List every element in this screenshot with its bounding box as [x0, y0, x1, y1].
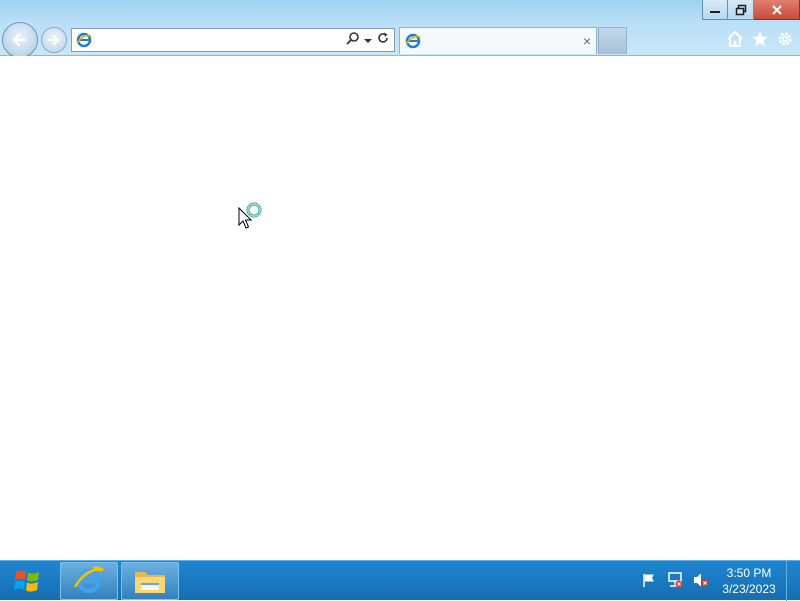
- taskbar: 3:50 PM 3/23/2023: [0, 560, 800, 601]
- refresh-icon[interactable]: [376, 31, 390, 50]
- windows-logo-icon: [14, 570, 39, 592]
- restore-icon: [735, 4, 746, 15]
- tab-page-icon: [404, 32, 422, 50]
- back-arrow-icon: [12, 33, 27, 47]
- search-icon[interactable]: [346, 31, 360, 50]
- dropdown-arrow-icon[interactable]: [364, 31, 372, 49]
- close-button[interactable]: [754, 0, 800, 20]
- system-tray: [640, 571, 710, 589]
- forward-arrow-icon: [48, 35, 60, 45]
- minimize-button[interactable]: [702, 0, 728, 20]
- caption-buttons: [702, 0, 800, 20]
- restore-button[interactable]: [728, 0, 754, 20]
- show-desktop-button[interactable]: [786, 561, 800, 601]
- taskbar-clock[interactable]: 3:50 PM 3/23/2023: [716, 565, 782, 597]
- minimize-icon: [710, 10, 720, 13]
- start-button[interactable]: [0, 561, 56, 601]
- command-icons: [725, 29, 794, 48]
- forward-button[interactable]: [41, 27, 67, 53]
- home-icon[interactable]: [725, 29, 744, 48]
- address-bar: [71, 28, 395, 52]
- ie-page-icon: [75, 31, 93, 49]
- clock-time: 3:50 PM: [726, 566, 772, 580]
- tab-active[interactable]: ×: [399, 27, 597, 54]
- close-icon: [771, 4, 782, 15]
- new-tab-button[interactable]: [598, 27, 627, 54]
- taskbar-internet-explorer[interactable]: [60, 562, 118, 600]
- title-bar: ×: [0, 0, 800, 58]
- page-content[interactable]: [0, 56, 800, 560]
- busy-cursor-icon: [238, 201, 266, 236]
- internet-explorer-icon: [73, 566, 104, 594]
- favorites-star-icon[interactable]: [750, 29, 769, 48]
- action-center-flag-icon[interactable]: [640, 571, 658, 589]
- clock-date: 3/23/2023: [722, 582, 776, 596]
- tools-gear-icon[interactable]: [775, 29, 794, 48]
- tab-close-button[interactable]: ×: [578, 33, 596, 49]
- back-button[interactable]: [2, 22, 38, 58]
- volume-muted-icon[interactable]: [692, 571, 710, 589]
- address-input[interactable]: [93, 29, 346, 51]
- taskbar-file-explorer[interactable]: [121, 562, 179, 600]
- network-icon[interactable]: [666, 571, 684, 589]
- file-explorer-icon: [135, 572, 165, 593]
- ie-window: ×: [0, 0, 800, 560]
